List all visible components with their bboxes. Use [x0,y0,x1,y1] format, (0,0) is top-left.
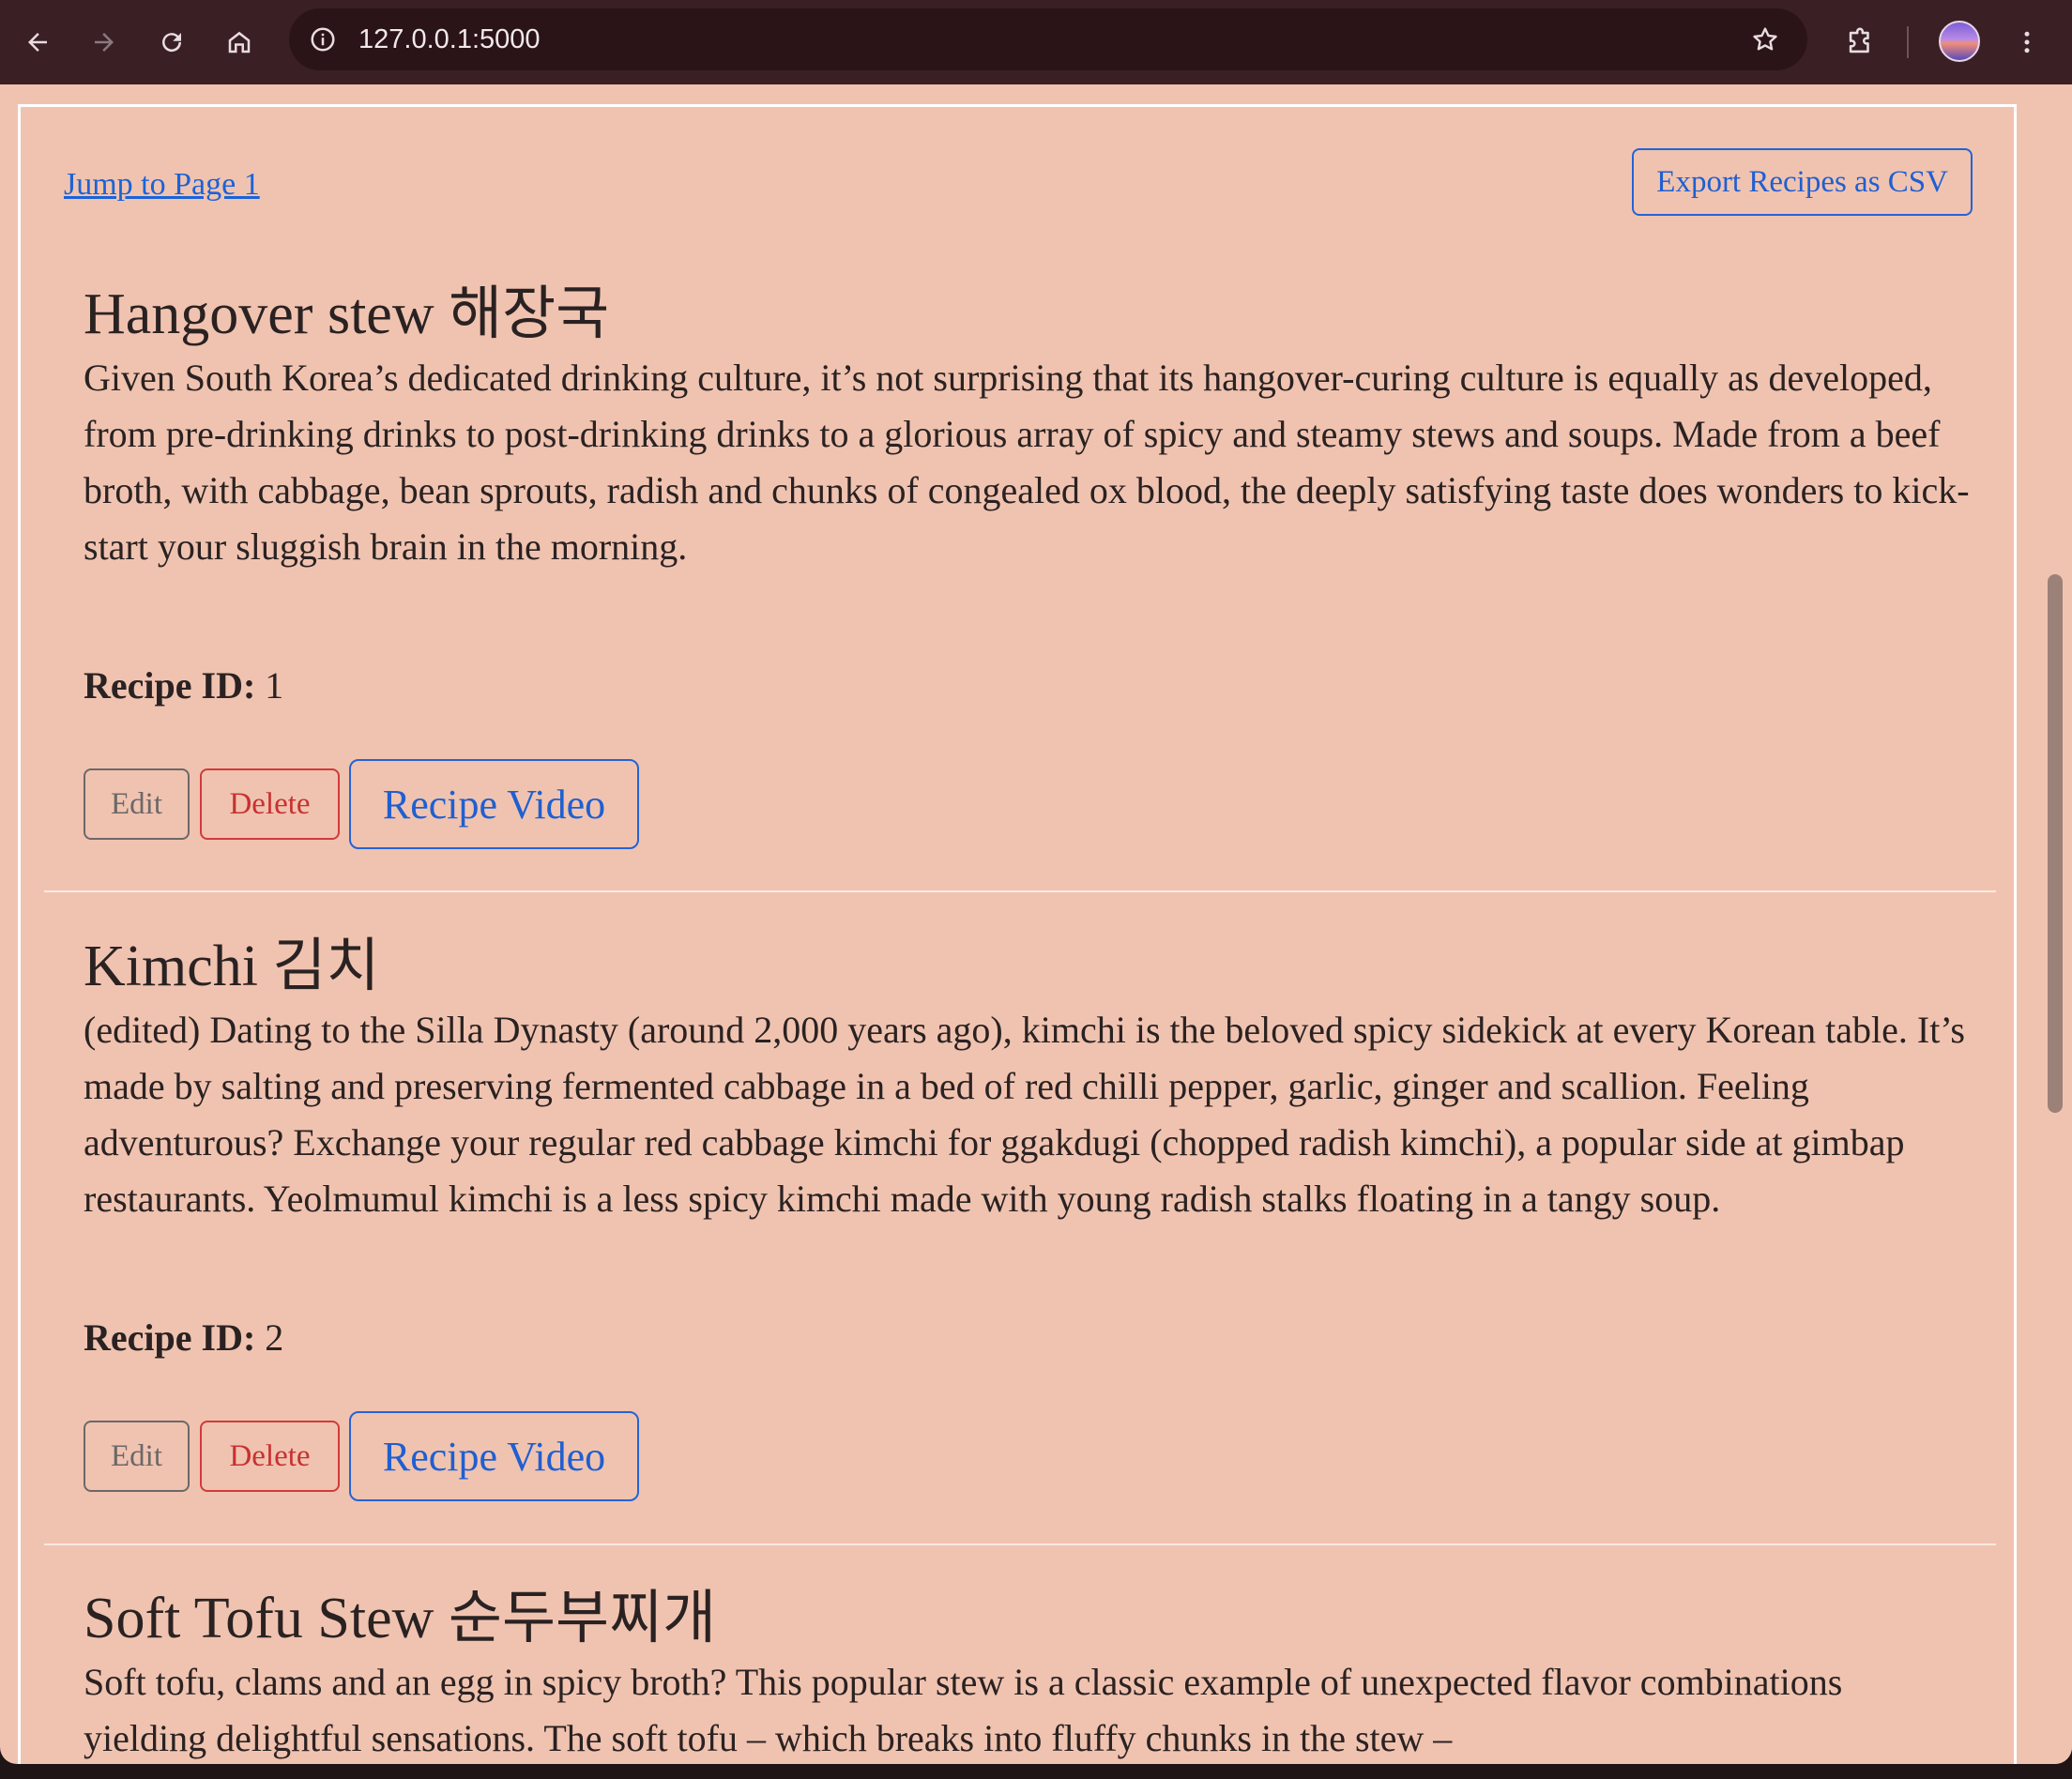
browser-toolbar: 127.0.0.1:5000 [0,0,2072,84]
toolbar-separator [1907,26,1909,58]
url-text[interactable]: 127.0.0.1:5000 [358,22,541,57]
edit-button[interactable]: Edit [84,1421,190,1492]
forward-arrow-icon[interactable] [78,16,130,68]
kebab-menu-icon[interactable] [2001,16,2053,68]
address-bar[interactable]: 127.0.0.1:5000 [289,8,1807,70]
scrollbar-thumb[interactable] [2048,574,2063,1113]
recipe-id: Recipe ID: 1 [84,661,283,710]
recipe-description: Given South Korea’s dedicated drinking c… [84,357,1970,568]
star-icon[interactable] [1745,20,1785,59]
recipe-card: Soft Tofu Stew 순두부찌개 Soft tofu, clams an… [44,1581,1996,1764]
recipe-title: Soft Tofu Stew 순두부찌개 [84,1587,717,1650]
recipe-id: Recipe ID: 2 [84,1314,283,1362]
export-csv-button[interactable]: Export Recipes as CSV [1632,148,1973,216]
puzzle-icon[interactable] [1834,16,1886,68]
recipe-id-label: Recipe ID: [84,1316,256,1359]
recipe-description: Soft tofu, clams and an egg in spicy bro… [84,1661,1843,1759]
edit-button[interactable]: Edit [84,768,190,840]
recipe-card: Hangover stew 해장국 Given South Korea’s de… [44,277,1996,990]
recipe-actions: Edit Delete Recipe Video [84,759,639,849]
recipe-card: Kimchi 김치 (edited) Dating to the Silla D… [44,929,1996,1642]
recipe-title: Kimchi 김치 [84,935,380,998]
recipe-id-label: Recipe ID: [84,664,256,707]
recipe-video-button[interactable]: Recipe Video [349,759,639,849]
site-info-icon[interactable] [304,21,342,58]
recipe-description: (edited) Dating to the Silla Dynasty (ar… [84,1009,1965,1220]
home-icon[interactable] [213,16,266,68]
profile-avatar[interactable] [1939,21,1980,62]
jump-to-page-link[interactable]: Jump to Page 1 [64,167,260,203]
browser-window: 127.0.0.1:5000 Jump to Page 1 Export Rec… [0,0,2072,1764]
recipe-video-button[interactable]: Recipe Video [349,1411,639,1501]
recipe-title: Hangover stew 해장국 [84,282,610,346]
back-arrow-icon[interactable] [11,16,64,68]
recipe-id-value: 1 [265,664,284,707]
recipe-divider [44,890,1996,892]
recipes-container: Jump to Page 1 Export Recipes as CSV Han… [18,104,2017,1764]
recipe-actions: Edit Delete Recipe Video [84,1411,639,1501]
reload-icon[interactable] [145,16,198,68]
recipe-id-value: 2 [265,1316,284,1359]
recipe-divider [44,1543,1996,1545]
delete-button[interactable]: Delete [200,1421,340,1492]
delete-button[interactable]: Delete [200,768,340,840]
